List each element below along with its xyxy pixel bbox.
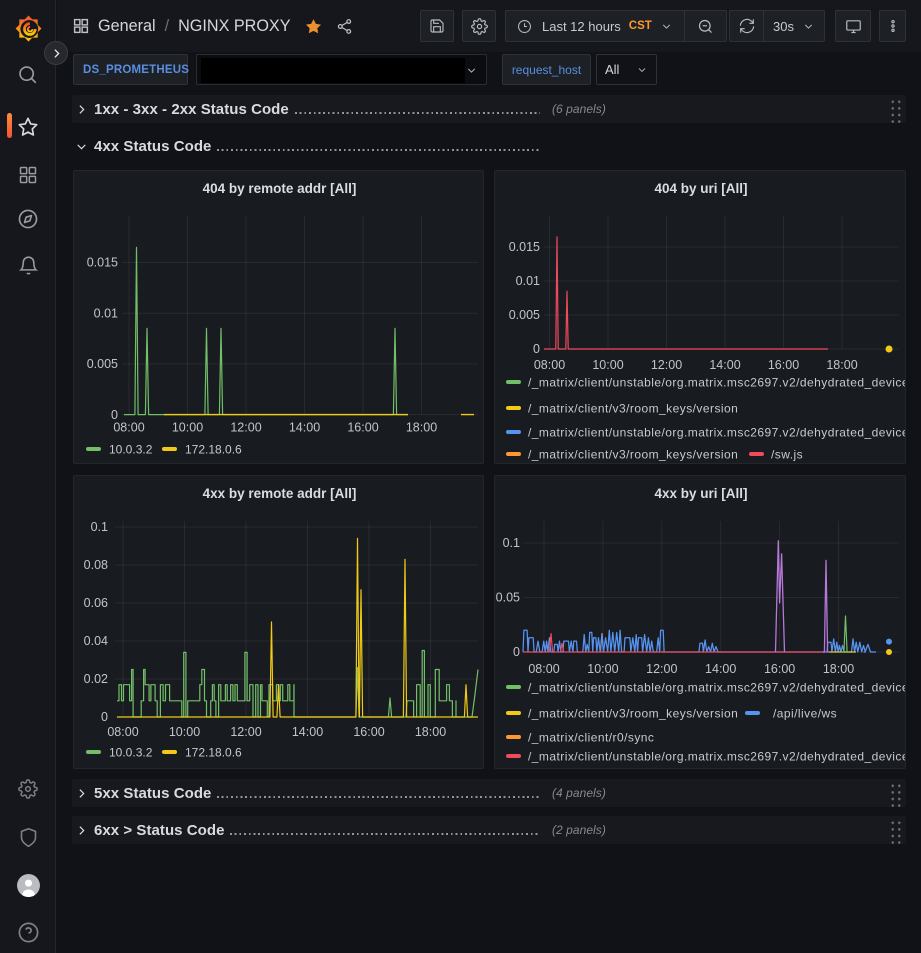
svg-text:10:00: 10:00 (592, 358, 623, 372)
svg-text:/_matrix/client/r0/sync: /_matrix/client/r0/sync (528, 731, 654, 745)
svg-text:0.015: 0.015 (509, 240, 540, 254)
svg-text:08:00: 08:00 (534, 358, 565, 372)
svg-text:0.1: 0.1 (503, 536, 520, 550)
svg-text:12:00: 12:00 (230, 421, 261, 435)
svg-text:14:00: 14:00 (705, 662, 736, 676)
svg-text:10:00: 10:00 (172, 421, 203, 435)
svg-text:12:00: 12:00 (230, 725, 261, 739)
svg-text:16:00: 16:00 (764, 662, 795, 676)
svg-text:/_matrix/client/v3/room_keys/v: /_matrix/client/v3/room_keys/version (528, 448, 738, 462)
svg-text:/_matrix/client/unstable/org.m: /_matrix/client/unstable/org.matrix.msc2… (528, 681, 906, 695)
svg-text:0.01: 0.01 (94, 306, 118, 320)
svg-text:10.0.3.2: 10.0.3.2 (109, 746, 153, 760)
svg-text:14:00: 14:00 (289, 421, 320, 435)
svg-text:4xx by remote addr [All]: 4xx by remote addr [All] (203, 486, 357, 501)
svg-text:172.18.0.6: 172.18.0.6 (185, 746, 242, 760)
svg-text:0: 0 (101, 710, 108, 724)
svg-text:18:00: 18:00 (826, 358, 857, 372)
svg-text:0.005: 0.005 (509, 308, 540, 322)
svg-text:/sw.js: /sw.js (771, 448, 803, 462)
svg-text:08:00: 08:00 (113, 421, 144, 435)
svg-text:0.02: 0.02 (84, 672, 108, 686)
svg-text:12:00: 12:00 (646, 662, 677, 676)
svg-text:10:00: 10:00 (587, 662, 618, 676)
svg-text:0.1: 0.1 (91, 520, 108, 534)
svg-text:10:00: 10:00 (169, 725, 200, 739)
svg-text:16:00: 16:00 (347, 421, 378, 435)
svg-text:08:00: 08:00 (107, 725, 138, 739)
svg-text:18:00: 18:00 (406, 421, 437, 435)
svg-text:0.06: 0.06 (84, 596, 108, 610)
svg-text:404 by remote addr [All]: 404 by remote addr [All] (203, 181, 357, 196)
svg-text:0.005: 0.005 (87, 357, 118, 371)
svg-text:16:00: 16:00 (353, 725, 384, 739)
svg-text:4xx by uri [All]: 4xx by uri [All] (654, 486, 747, 501)
svg-text:0.04: 0.04 (84, 634, 108, 648)
svg-text:14:00: 14:00 (709, 358, 740, 372)
svg-text:0.015: 0.015 (87, 256, 118, 270)
svg-text:18:00: 18:00 (823, 662, 854, 676)
svg-text:0.05: 0.05 (496, 591, 520, 605)
svg-text:14:00: 14:00 (292, 725, 323, 739)
svg-text:/_matrix/client/v3/room_keys/v: /_matrix/client/v3/room_keys/version (528, 402, 738, 416)
svg-text:12:00: 12:00 (651, 358, 682, 372)
svg-text:16:00: 16:00 (768, 358, 799, 372)
svg-text:0.01: 0.01 (516, 274, 540, 288)
svg-text:/_matrix/client/unstable/org.m: /_matrix/client/unstable/org.matrix.msc2… (528, 376, 906, 390)
svg-text:18:00: 18:00 (415, 725, 446, 739)
svg-text:10.0.3.2: 10.0.3.2 (109, 443, 153, 457)
svg-text:404 by uri [All]: 404 by uri [All] (654, 181, 747, 196)
svg-text:/api/live/ws: /api/live/ws (773, 707, 837, 721)
svg-text:/_matrix/client/unstable/org.m: /_matrix/client/unstable/org.matrix.msc2… (528, 426, 906, 440)
svg-text:0.08: 0.08 (84, 558, 108, 572)
svg-text:/_matrix/client/v3/room_keys/v: /_matrix/client/v3/room_keys/version (528, 707, 738, 721)
svg-text:0: 0 (513, 645, 520, 659)
svg-text:172.18.0.6: 172.18.0.6 (185, 443, 242, 457)
svg-text:/_matrix/client/unstable/org.m: /_matrix/client/unstable/org.matrix.msc2… (528, 750, 906, 764)
svg-text:08:00: 08:00 (528, 662, 559, 676)
svg-text:0: 0 (533, 342, 540, 356)
